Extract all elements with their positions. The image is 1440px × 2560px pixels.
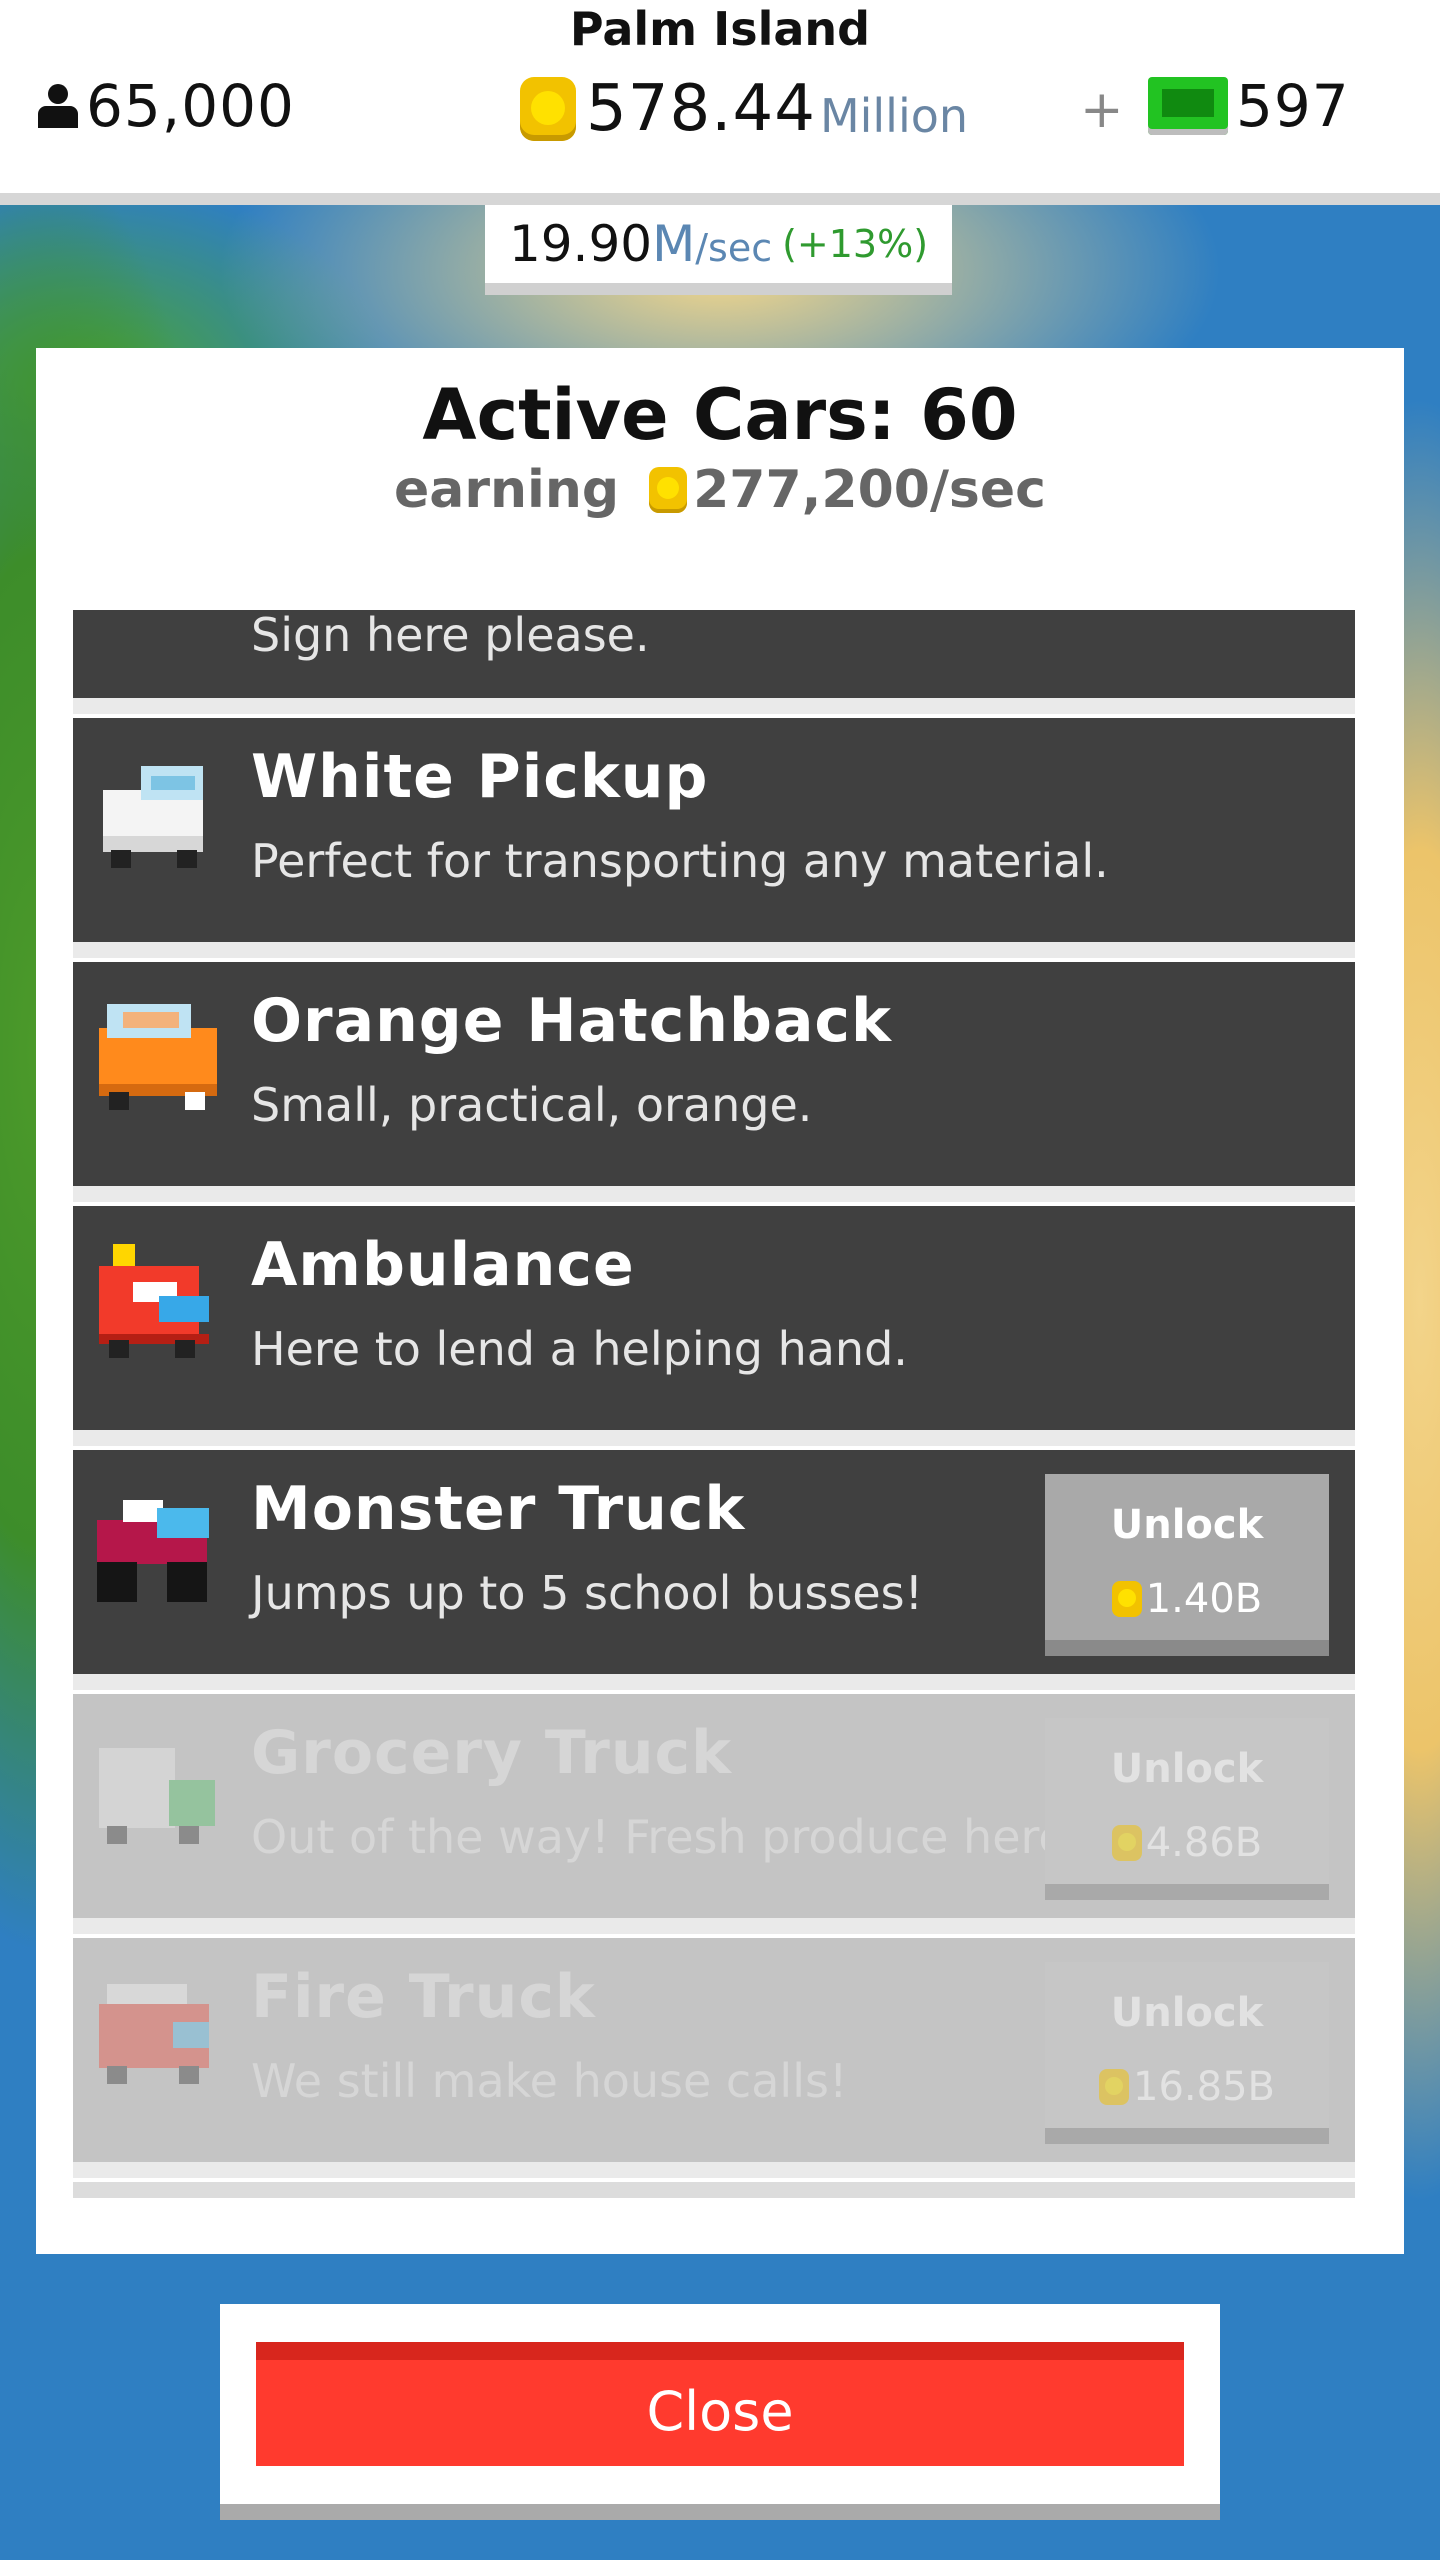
car-name: Grocery Truck bbox=[251, 1718, 733, 1788]
close-button[interactable]: Close bbox=[256, 2342, 1184, 2466]
price-value: 4.86B bbox=[1145, 1820, 1263, 1866]
fire-truck-icon bbox=[93, 1974, 227, 2094]
car-description: Out of the way! Fresh produce here! bbox=[251, 1810, 1086, 1864]
unlock-price: 16.85B bbox=[1045, 2064, 1329, 2110]
white-pickup-icon bbox=[93, 754, 227, 874]
car-description: Small, practical, orange. bbox=[251, 1078, 813, 1132]
car-row-monster-truck[interactable]: Monster Truck Jumps up to 5 school busse… bbox=[73, 1450, 1355, 1690]
rate-value: 19.90 bbox=[508, 215, 653, 273]
income-rate-tab: 19.90 M/sec (+13%) bbox=[485, 205, 952, 295]
car-description: We still make house calls! bbox=[251, 2054, 848, 2108]
add-cash-button[interactable]: + bbox=[1080, 80, 1124, 140]
monster-truck-icon bbox=[93, 1486, 227, 1606]
close-bar: Close bbox=[220, 2304, 1220, 2520]
island-name: Palm Island bbox=[569, 2, 871, 56]
car-description: Sign here please. bbox=[251, 608, 650, 662]
car-row[interactable]: Sign here please. bbox=[73, 608, 1355, 714]
ambulance-icon bbox=[93, 1242, 227, 1362]
rate-bonus: (+13%) bbox=[782, 222, 929, 266]
car-row-ambulance[interactable]: Ambulance Here to lend a helping hand. bbox=[73, 1206, 1355, 1446]
coin-counter: 578.44 Million bbox=[520, 72, 968, 146]
coin-amount: 578.44 bbox=[586, 72, 816, 146]
grocery-truck-icon bbox=[93, 1730, 227, 1850]
coin-icon bbox=[520, 77, 576, 141]
unlock-button[interactable]: Unlock 1.40B bbox=[1045, 1474, 1329, 1656]
car-name: Ambulance bbox=[251, 1230, 635, 1300]
unlock-button[interactable]: Unlock 4.86B bbox=[1045, 1718, 1329, 1900]
top-hud: Palm Island 65,000 578.44 Million + 597 bbox=[0, 0, 1440, 205]
unlock-label: Unlock bbox=[1110, 1746, 1264, 1792]
population-counter: 65,000 bbox=[36, 72, 295, 140]
cash-value: 597 bbox=[1236, 72, 1350, 140]
active-cars-panel: Active Cars: 60 earning 277,200/sec Sign… bbox=[36, 348, 1404, 2254]
list-bottom-edge bbox=[73, 2182, 1355, 2198]
car-row-orange-hatchback[interactable]: Orange Hatchback Small, practical, orang… bbox=[73, 962, 1355, 1202]
coin-unit: Million bbox=[819, 89, 969, 143]
car-description: Here to lend a helping hand. bbox=[251, 1322, 908, 1376]
car-row-grocery-truck[interactable]: Grocery Truck Out of the way! Fresh prod… bbox=[73, 1694, 1355, 1934]
population-value: 65,000 bbox=[86, 72, 295, 140]
car-name: Fire Truck bbox=[251, 1962, 596, 2032]
orange-hatchback-icon bbox=[93, 998, 227, 1118]
unlock-label: Unlock bbox=[1110, 1502, 1264, 1548]
car-name: White Pickup bbox=[251, 742, 709, 812]
earning-label: earning bbox=[394, 460, 620, 520]
car-name: Monster Truck bbox=[251, 1474, 746, 1544]
price-value: 1.40B bbox=[1145, 1576, 1263, 1622]
rate-unit: M/sec bbox=[652, 215, 773, 273]
panel-earning: earning 277,200/sec bbox=[36, 460, 1404, 520]
person-icon bbox=[36, 82, 80, 130]
car-row-fire-truck[interactable]: Fire Truck We still make house calls! Un… bbox=[73, 1938, 1355, 2178]
car-row-white-pickup[interactable]: White Pickup Perfect for transporting an… bbox=[73, 718, 1355, 958]
cash-counter: 597 bbox=[1148, 72, 1350, 140]
coin-icon bbox=[1111, 1581, 1142, 1617]
car-description: Perfect for transporting any material. bbox=[251, 834, 1109, 888]
price-value: 16.85B bbox=[1133, 2064, 1275, 2110]
unlock-label: Unlock bbox=[1110, 1990, 1264, 2036]
unlock-price: 4.86B bbox=[1045, 1820, 1329, 1866]
car-name: Orange Hatchback bbox=[251, 986, 892, 1056]
car-list[interactable]: Sign here please. White Pickup Perfect f… bbox=[73, 608, 1355, 2546]
car-description: Jumps up to 5 school busses! bbox=[251, 1566, 924, 1620]
coin-icon bbox=[1111, 1825, 1142, 1861]
unlock-button[interactable]: Unlock 16.85B bbox=[1045, 1962, 1329, 2144]
coin-icon bbox=[1099, 2069, 1130, 2105]
unlock-price: 1.40B bbox=[1045, 1576, 1329, 1622]
earning-value: 277,200/sec bbox=[693, 460, 1046, 520]
cash-icon bbox=[1148, 77, 1228, 135]
panel-title: Active Cars: 60 bbox=[422, 374, 1018, 456]
coin-icon bbox=[649, 467, 688, 513]
